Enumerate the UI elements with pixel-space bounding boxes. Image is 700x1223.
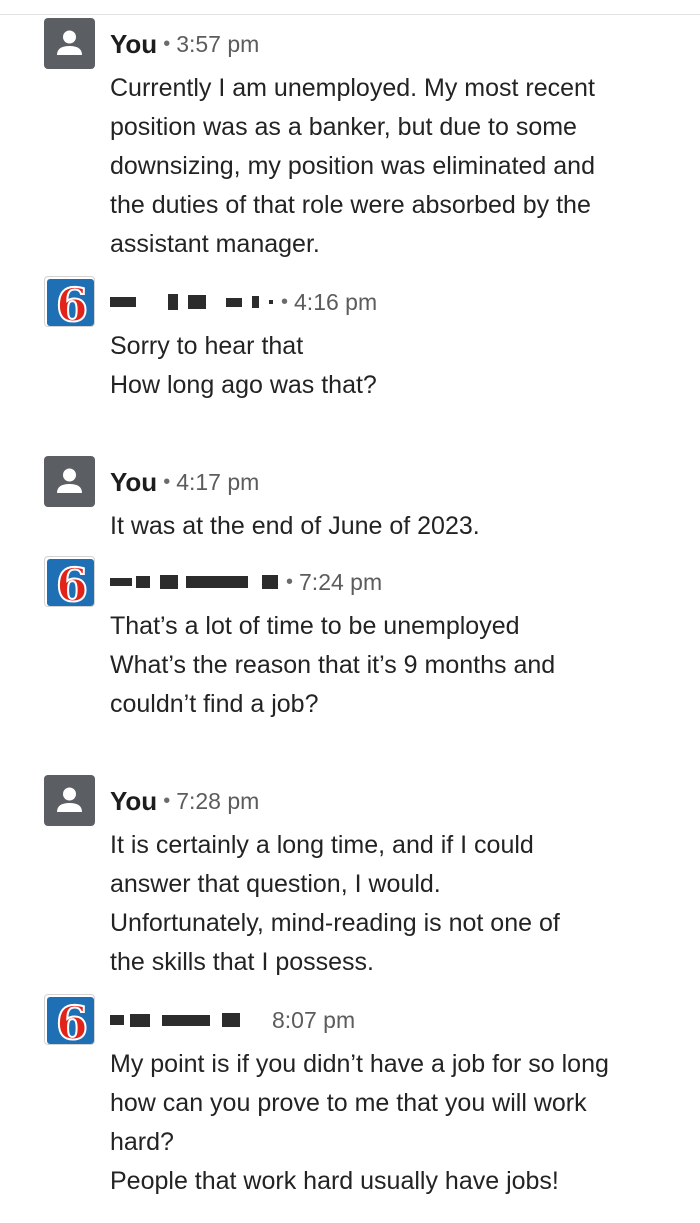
- timestamp: 7:24 pm: [299, 568, 383, 595]
- person-icon: [57, 468, 82, 493]
- message-line: how can you prove to me that you will wo…: [110, 1089, 587, 1117]
- message-line: answer that question, I would.: [110, 870, 441, 898]
- message-line: couldn’t find a job?: [110, 690, 319, 718]
- message-header: • 7:24 pm: [110, 562, 382, 602]
- message-line: That’s a lot of time to be unemployed: [110, 612, 520, 640]
- message-line: Currently I am unemployed. My most recen…: [110, 74, 595, 102]
- timestamp: 4:16 pm: [294, 288, 378, 315]
- message-line: It is certainly a long time, and if I co…: [110, 831, 534, 859]
- person-icon: [57, 30, 82, 55]
- message-body: That’s a lot of time to be unemployed Wh…: [110, 607, 670, 724]
- separator-dot: •: [163, 789, 171, 812]
- user-avatar[interactable]: [44, 456, 95, 507]
- separator-dot: •: [163, 32, 171, 55]
- message-line: Sorry to hear that: [110, 332, 304, 360]
- timestamp: 3:57 pm: [176, 30, 260, 57]
- message-line: downsizing, my position was eliminated a…: [110, 152, 595, 180]
- svg-text:6: 6: [56, 558, 88, 607]
- message-line: position was as a banker, but due to som…: [110, 113, 577, 141]
- motel6-avatar[interactable]: 6: [44, 994, 95, 1045]
- author-name[interactable]: You: [110, 29, 157, 60]
- message-line: the duties of that role were absorbed by…: [110, 191, 591, 219]
- message-line: My point is if you didn’t have a job for…: [110, 1050, 609, 1078]
- message-line: Unfortunately, mind-reading is not one o…: [110, 909, 560, 937]
- timestamp: 8:07 pm: [272, 1006, 356, 1033]
- separator-dot: •: [281, 290, 289, 313]
- author-name[interactable]: You: [110, 786, 157, 817]
- message-line: It was at the end of June of 2023.: [110, 512, 480, 540]
- motel6-avatar[interactable]: 6: [44, 276, 95, 327]
- user-avatar[interactable]: [44, 18, 95, 69]
- message-body: It is certainly a long time, and if I co…: [110, 826, 670, 982]
- separator-dot: •: [286, 570, 294, 593]
- message-body: Sorry to hear that How long ago was that…: [110, 327, 670, 405]
- separator-dot: •: [163, 470, 171, 493]
- message-header: • 4:16 pm: [110, 282, 377, 322]
- motel6-logo-icon: 6: [47, 995, 94, 1045]
- message-header: 8:07 pm: [110, 1000, 355, 1040]
- message-line: What’s the reason that it’s 9 months and: [110, 651, 556, 679]
- message-body: Currently I am unemployed. My most recen…: [110, 69, 670, 264]
- message-header: You • 4:17 pm: [110, 462, 259, 502]
- user-avatar[interactable]: [44, 775, 95, 826]
- message-header: You • 7:28 pm: [110, 781, 259, 821]
- timestamp: 7:28 pm: [176, 787, 260, 814]
- redacted-name: [110, 1008, 270, 1032]
- message-line: hard?: [110, 1128, 174, 1156]
- person-icon: [57, 787, 82, 812]
- message-body: My point is if you didn’t have a job for…: [110, 1045, 670, 1201]
- svg-text:6: 6: [56, 996, 88, 1045]
- message-line: the skills that I possess.: [110, 948, 375, 976]
- motel6-logo-icon: 6: [47, 277, 94, 327]
- message-line: People that work hard usually have jobs!: [110, 1167, 559, 1195]
- redacted-name: [110, 290, 273, 314]
- message-line: assistant manager.: [110, 230, 320, 258]
- redacted-name: [110, 570, 278, 594]
- motel6-avatar[interactable]: 6: [44, 556, 95, 607]
- message-thread: You • 3:57 pm Currently I am unemployed.…: [0, 0, 700, 1223]
- message-body: It was at the end of June of 2023.: [110, 507, 670, 546]
- timestamp: 4:17 pm: [176, 468, 260, 495]
- message-header: You • 3:57 pm: [110, 24, 259, 64]
- motel6-logo-icon: 6: [47, 557, 94, 607]
- message-line: How long ago was that?: [110, 371, 377, 399]
- svg-text:6: 6: [56, 278, 88, 327]
- author-name[interactable]: You: [110, 467, 157, 498]
